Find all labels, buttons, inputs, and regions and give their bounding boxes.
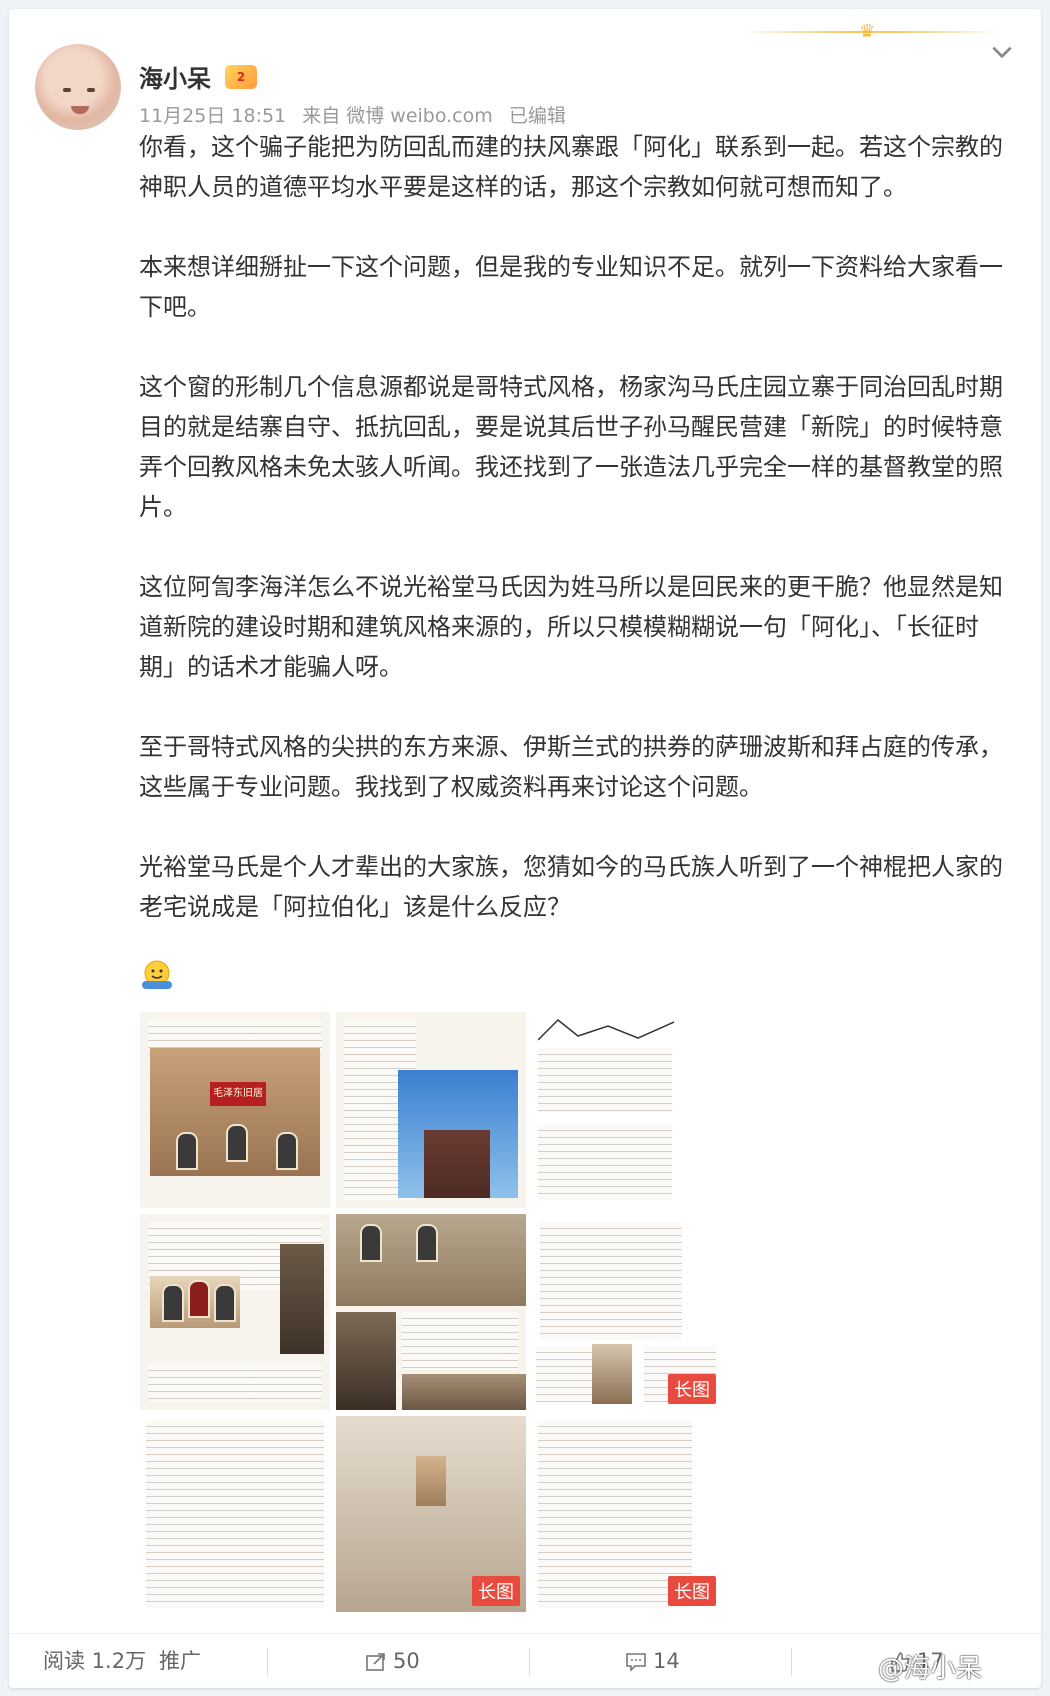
post-date[interactable]: 11月25日 18:51 — [139, 105, 286, 127]
post-paragraph: 你看，这个骗子能把为防回乱而建的扶风寨跟「阿化」联系到一起。若这个宗教的神职人员… — [139, 133, 1003, 201]
vip-badge: 2 — [225, 65, 257, 89]
long-image-badge: 长图 — [668, 1576, 716, 1606]
post-paragraph: 光裕堂马氏是个人才辈出的大家族，您猜如今的马氏族人听到了一个神棍把人家的老宅说成… — [139, 853, 1003, 921]
image-thumbnail[interactable]: 长图 — [532, 1214, 722, 1410]
long-image-badge: 长图 — [668, 1374, 716, 1404]
comment-icon — [626, 1653, 646, 1672]
repost-count: 50 — [393, 1649, 420, 1673]
repost-icon — [366, 1653, 385, 1671]
hug-emoji-icon — [142, 960, 172, 989]
avatar[interactable] — [35, 44, 121, 130]
crown-icon: ♛ — [859, 21, 876, 42]
image-thumbnail[interactable]: 长图 — [532, 1416, 722, 1612]
image-thumbnail[interactable] — [140, 1214, 330, 1410]
post-paragraph: 本来想详细掰扯一下这个问题，但是我的专业知识不足。就列一下资料给大家看一下吧。 — [139, 253, 1003, 321]
vip-crown-decoration: ♛ — [741, 21, 1001, 42]
image-thumbnail[interactable]: 毛泽东旧居 — [140, 1012, 330, 1208]
watermark: @海小呆 — [878, 1654, 983, 1684]
post-paragraph: 这位阿訇李海洋怎么不说光裕堂马氏因为姓马所以是回民来的更干脆？他显然是知道新院的… — [139, 573, 1003, 681]
edited-label[interactable]: 已编辑 — [509, 105, 566, 127]
chevron-down-icon[interactable] — [989, 39, 1015, 65]
image-thumbnail[interactable] — [532, 1012, 722, 1208]
post-source[interactable]: 来自 微博 weibo.com — [302, 105, 493, 127]
promote-button[interactable]: 推广 — [159, 1634, 201, 1688]
repost-button[interactable]: 50 — [365, 1634, 420, 1688]
long-image-badge: 长图 — [472, 1576, 520, 1606]
weibo-post-card: ♛ 海小呆 2 11月25日 18:51 来自 微博 weibo.com 已编辑… — [9, 9, 1041, 1688]
image-grid: 毛泽东旧居 长图 长图 长图 — [140, 1012, 722, 1612]
post-paragraph: 至于哥特式风格的尖拱的东方来源、伊斯兰式的拱券的萨珊波斯和拜占庭的传承，这些属于… — [139, 733, 1003, 801]
username[interactable]: 海小呆 — [139, 59, 211, 94]
comment-count: 14 — [653, 1649, 680, 1673]
image-thumbnail[interactable] — [336, 1214, 526, 1410]
post-content: 你看，这个骗子能把为防回乱而建的扶风寨跟「阿化」联系到一起。若这个宗教的神职人员… — [139, 127, 1009, 967]
post-paragraph: 这个窗的形制几个信息源都说是哥特式风格，杨家沟马氏庄园立寨于同治回乱时期目的就是… — [139, 373, 1003, 521]
post-meta: 11月25日 18:51 来自 微博 weibo.com 已编辑 — [139, 101, 576, 128]
read-count: 阅读 1.2万 — [43, 1649, 147, 1673]
comment-button[interactable]: 14 — [625, 1634, 680, 1688]
image-thumbnail[interactable]: 长图 — [336, 1416, 526, 1612]
image-thumbnail[interactable] — [140, 1416, 330, 1612]
image-thumbnail[interactable] — [336, 1012, 526, 1208]
